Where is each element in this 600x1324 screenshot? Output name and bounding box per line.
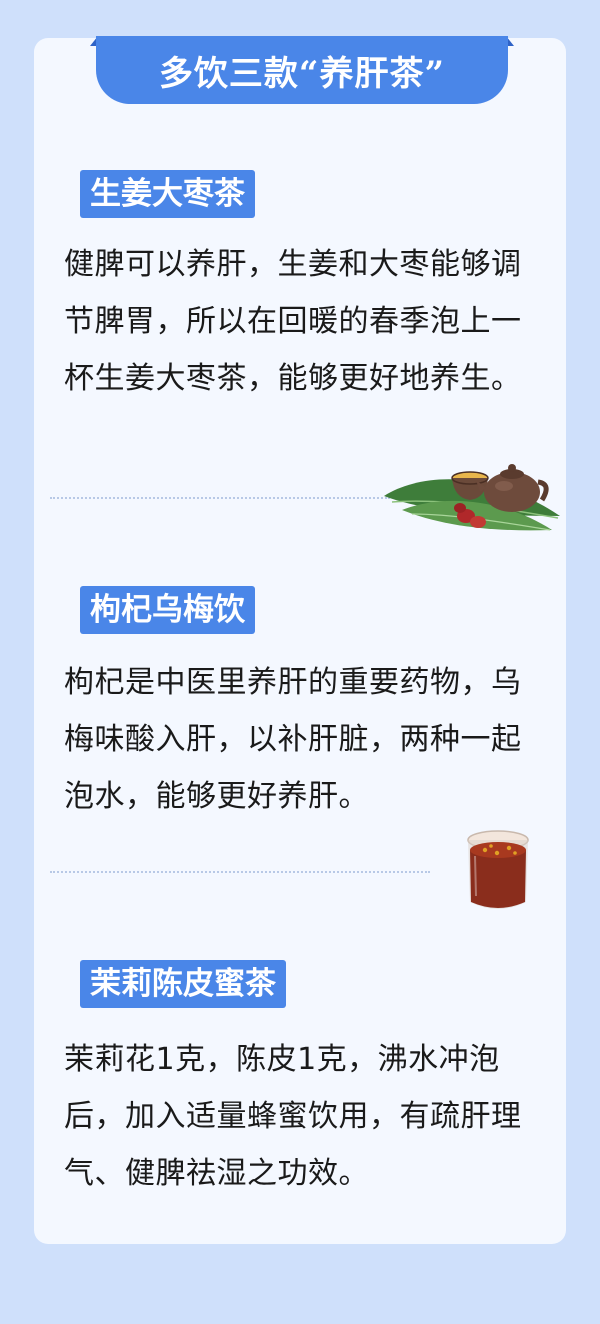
section-divider	[50, 871, 430, 873]
section-label-goji-plum-drink: 枸杞乌梅饮	[80, 586, 255, 634]
teapot-with-jujube-icon	[384, 464, 560, 531]
title-banner: 多饮三款“养肝茶”	[90, 36, 514, 106]
page-title: 多饮三款“养肝茶”	[158, 53, 446, 94]
section-text-jasmine-peel-honey-tea: 茉莉花1克，陈皮1克，沸水冲泡后，加入适量蜂蜜饮用，有疏肝理气、健脾祛湿之功效。	[64, 1042, 522, 1191]
section-label-ginger-jujube-tea: 生姜大枣茶	[80, 170, 255, 218]
section-text-ginger-jujube-tea: 健脾可以养肝，生姜和大枣能够调节脾胃，所以在回暖的春季泡上一杯生姜大枣茶，能够更…	[64, 247, 522, 396]
section-text-goji-plum-drink: 枸杞是中医里养肝的重要药物，乌梅味酸入肝，以补肝脏，两种一起泡水，能够更好养肝。	[64, 665, 522, 814]
section-divider	[50, 497, 390, 499]
section-label-jasmine-peel-honey-tea: 茉莉陈皮蜜茶	[80, 960, 286, 1008]
glass-of-tea-icon	[467, 830, 529, 909]
